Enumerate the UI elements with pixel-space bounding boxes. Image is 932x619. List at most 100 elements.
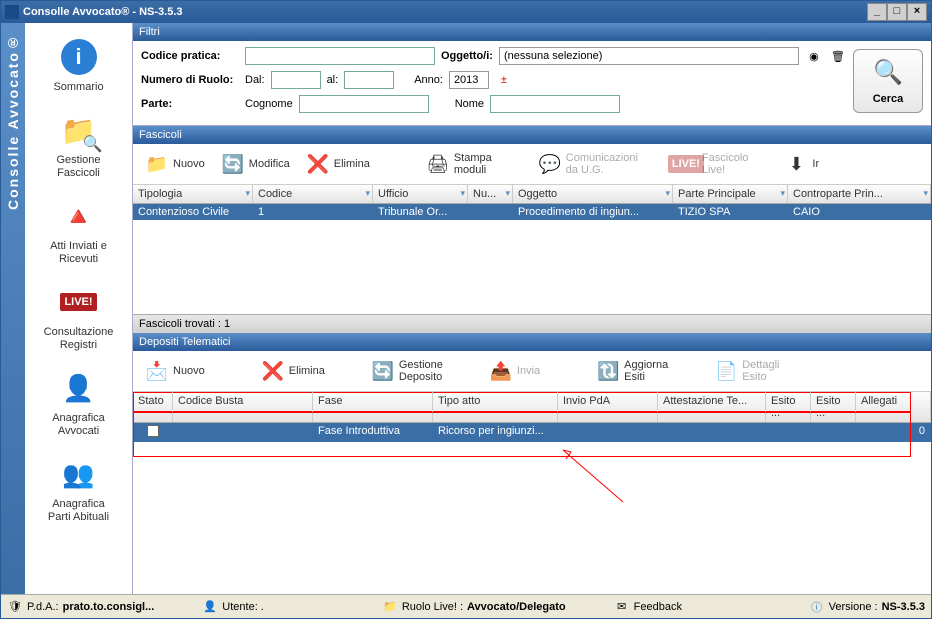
depositi-grid-body: Fase Introduttiva Ricorso per ingiunzi..… — [133, 423, 931, 553]
fascicoli-stampa-button[interactable]: 🖨Stampa moduli — [418, 148, 500, 180]
col-invio-pda[interactable]: Invio PdA — [558, 392, 658, 422]
fascicoli-row[interactable]: Contenzioso Civile 1 Tribunale Or... Pro… — [133, 204, 931, 220]
shapes-icon: 🔺 — [59, 196, 99, 236]
info-small-icon: ⓘ — [809, 599, 825, 615]
fascicoli-live-button: LIVE!Fascicolo Live! — [666, 148, 756, 180]
depositi-toolbar: 📩Nuovo ❌Elimina 🔄Gestione Deposito 📤Invi… — [133, 351, 931, 392]
app-window: Consolle Avvocato® - NS-3.5.3 _ □ × Cons… — [0, 0, 932, 619]
col-esito1[interactable]: Esito ... — [766, 392, 811, 422]
lawyer-icon: 👤 — [59, 368, 99, 408]
app-icon — [5, 5, 19, 19]
depositi-row[interactable]: Fase Introduttiva Ricorso per ingiunzi..… — [133, 423, 931, 442]
oggetto-clear-button[interactable]: 🗑 — [829, 47, 847, 65]
col-esito2[interactable]: Esito ... — [811, 392, 856, 422]
col-codice-busta[interactable]: Codice Busta — [173, 392, 313, 422]
col-fase[interactable]: Fase — [313, 392, 433, 422]
oggetto-select-button[interactable]: ◉ — [805, 47, 823, 65]
info-icon: i — [59, 37, 99, 77]
close-button[interactable]: × — [907, 3, 927, 21]
al-label: al: — [327, 74, 339, 86]
parte-label: Parte: — [141, 98, 239, 110]
search-button[interactable]: 🔍 Cerca — [853, 49, 923, 113]
col-tipologia[interactable]: Tipologia▾ — [133, 185, 253, 203]
cognome-label: Cognome — [245, 98, 293, 110]
dal-label: Dal: — [245, 74, 265, 86]
mail-icon: ✉ — [614, 599, 630, 615]
minimize-button[interactable]: _ — [867, 3, 887, 21]
anno-stepper[interactable]: ± — [495, 71, 513, 89]
search-icon: 🔍 — [854, 58, 922, 87]
anno-value: 2013 — [449, 71, 489, 89]
window-title: Consolle Avvocato® - NS-3.5.3 — [23, 6, 867, 18]
filter-icon[interactable]: ▾ — [780, 188, 785, 199]
filter-icon[interactable]: ▾ — [505, 188, 510, 199]
sidebar-item-atti-inviati[interactable]: 🔺 Atti Inviati e Ricevuti — [25, 190, 132, 276]
depositi-grid: Stato Codice Busta Fase Tipo atto Invio … — [133, 392, 931, 553]
anno-label: Anno: — [414, 74, 443, 86]
col-attestazione[interactable]: Attestazione Te... — [658, 392, 766, 422]
depositi-aggiorna-button[interactable]: 🔃Aggiorna Esiti — [588, 355, 676, 387]
vertical-title: Consolle Avvocato® — [5, 33, 21, 210]
shield-icon: 🛡 — [7, 599, 23, 615]
refresh-icon: 🔄 — [371, 359, 395, 383]
folder-search-icon — [59, 110, 99, 150]
people-icon: 👥 — [59, 454, 99, 494]
titlebar: Consolle Avvocato® - NS-3.5.3 _ □ × — [1, 1, 931, 23]
cognome-input[interactable] — [299, 95, 429, 113]
sidebar-item-anagrafica-avvocati[interactable]: 👤 Anagrafica Avvocati — [25, 362, 132, 448]
fascicoli-elimina-button[interactable]: ❌Elimina — [298, 148, 378, 180]
col-numero[interactable]: Nu...▾ — [468, 185, 513, 203]
col-allegati[interactable]: Allegati — [856, 392, 931, 422]
dal-input[interactable] — [271, 71, 321, 89]
sidebar-item-anagrafica-parti[interactable]: 👥 Anagrafica Parti Abituali — [25, 448, 132, 534]
live-badge-icon: LIVE! — [674, 152, 698, 176]
folder-icon: 📁 — [382, 599, 398, 615]
maximize-button[interactable]: □ — [887, 3, 907, 21]
filter-icon[interactable]: ▾ — [245, 188, 250, 199]
depositi-body: Stato Codice Busta Fase Tipo atto Invio … — [133, 392, 931, 596]
fascicoli-toolbar: 📁Nuovo 🔄Modifica ❌Elimina 🖨Stampa moduli… — [133, 144, 931, 185]
numero-ruolo-label: Numero di Ruolo: — [141, 74, 239, 86]
col-codice[interactable]: Codice▾ — [253, 185, 373, 203]
filter-icon[interactable]: ▾ — [923, 188, 928, 199]
sb-pda: 🛡 P.d.A.: prato.to.consigl... — [7, 599, 154, 615]
send-icon: 📤 — [489, 359, 513, 383]
col-oggetto[interactable]: Oggetto▾ — [513, 185, 673, 203]
details-icon: 📄 — [714, 359, 738, 383]
depositi-grid-header: Stato Codice Busta Fase Tipo atto Invio … — [133, 392, 931, 423]
delete-icon: ❌ — [261, 359, 285, 383]
depositi-invia-button: 📤Invia — [481, 355, 548, 387]
depositi-header: Depositi Telematici — [133, 333, 931, 351]
user-icon: 👤 — [202, 599, 218, 615]
codice-pratica-input[interactable] — [245, 47, 435, 65]
fascicoli-import-button[interactable]: ⬇Ir — [776, 148, 827, 180]
fascicoli-grid: Tipologia▾ Codice▾ Ufficio▾ Nu...▾ Ogget… — [133, 185, 931, 314]
col-controparte[interactable]: Controparte Prin...▾ — [788, 185, 931, 203]
col-parte[interactable]: Parte Principale▾ — [673, 185, 788, 203]
al-input[interactable] — [344, 71, 394, 89]
col-ufficio[interactable]: Ufficio▾ — [373, 185, 468, 203]
filter-icon[interactable]: ▾ — [665, 188, 670, 199]
envelope-plus-icon: 📩 — [145, 359, 169, 383]
sb-versione: ⓘ Versione : NS-3.5.3 — [809, 599, 925, 615]
col-tipo-atto[interactable]: Tipo atto — [433, 392, 558, 422]
sidebar-item-gestione-fascicoli[interactable]: Gestione Fascicoli — [25, 104, 132, 190]
nome-input[interactable] — [490, 95, 620, 113]
sidebar-item-consultazione-registri[interactable]: LIVE! Consultazione Registri — [25, 276, 132, 362]
depositi-nuovo-button[interactable]: 📩Nuovo — [137, 355, 213, 387]
stato-checkbox[interactable] — [147, 425, 159, 437]
depositi-gestione-button[interactable]: 🔄Gestione Deposito — [363, 355, 451, 387]
col-stato[interactable]: Stato — [133, 392, 173, 422]
fascicoli-found-label: Fascicoli trovati : 1 — [133, 314, 931, 333]
filter-icon[interactable]: ▾ — [365, 188, 370, 199]
fascicoli-nuovo-button[interactable]: 📁Nuovo — [137, 148, 213, 180]
filter-icon[interactable]: ▾ — [460, 188, 465, 199]
fascicoli-modifica-button[interactable]: 🔄Modifica — [213, 148, 298, 180]
sb-feedback[interactable]: ✉ Feedback — [614, 599, 682, 615]
sidebar-item-sommario[interactable]: i Sommario — [25, 31, 132, 104]
statusbar: 🛡 P.d.A.: prato.to.consigl... 👤 Utente: … — [1, 594, 931, 618]
fascicoli-grid-header: Tipologia▾ Codice▾ Ufficio▾ Nu...▾ Ogget… — [133, 185, 931, 204]
depositi-elimina-button[interactable]: ❌Elimina — [253, 355, 333, 387]
vertical-title-bar: Consolle Avvocato® — [1, 23, 25, 596]
printer-icon: 🖨 — [426, 152, 450, 176]
